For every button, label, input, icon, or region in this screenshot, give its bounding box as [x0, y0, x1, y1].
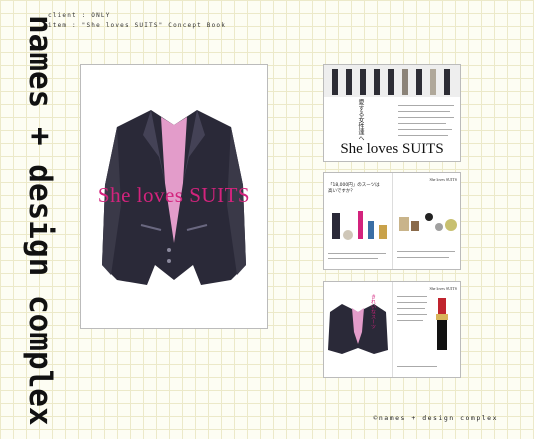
text-line: [398, 135, 448, 136]
spread-left-page: きれいなスーツ: [324, 282, 392, 377]
text-line: [328, 258, 378, 259]
text-line: [328, 253, 386, 254]
accessories-photo: [399, 213, 457, 231]
item-line: item : "She loves SUITS" Concept Book: [48, 22, 227, 29]
text-line: [397, 302, 427, 303]
models-photo-strip: [324, 65, 460, 97]
thumbnail-spread-2: 「18,000円」のスーツは高いですか？ She loves SUITS: [323, 172, 461, 270]
vertical-brand-title: names + design complex: [22, 15, 58, 426]
spread-right-page: She loves SUITS: [392, 282, 461, 377]
spread-left-page: 「18,000円」のスーツは高いですか？: [324, 173, 392, 269]
text-line: [397, 257, 449, 258]
vertical-copy-1: 愛する女性達へ: [357, 99, 364, 141]
text-line: [397, 314, 427, 315]
text-line: [398, 105, 454, 106]
products-photo: [332, 211, 387, 240]
main-poster: She loves SUITS: [80, 64, 268, 329]
text-line: [398, 111, 450, 112]
small-brand-text: She loves SUITS: [429, 177, 457, 182]
thumbnail-spread-1: 愛する女性達へ She loves SUITS: [323, 64, 461, 162]
text-line: [398, 129, 452, 130]
spread-right-page: She loves SUITS: [392, 173, 461, 269]
jacket-photo: [328, 304, 388, 354]
text-line: [397, 366, 437, 367]
small-brand-text: She loves SUITS: [429, 286, 457, 291]
lipstick-photo: [436, 298, 448, 350]
text-line: [398, 123, 446, 124]
text-line: [397, 320, 423, 321]
vertical-copy-3: きれいなスーツ: [370, 294, 376, 329]
thumbnail-spread-3: きれいなスーツ She loves SUITS: [323, 281, 461, 378]
text-line: [398, 117, 454, 118]
text-line: [397, 296, 427, 297]
copyright: ©names + design complex: [373, 414, 498, 422]
thumbnail-brand-text: She loves SUITS: [340, 141, 444, 157]
main-brand-text: She loves SUITS: [97, 183, 251, 207]
spread-title: 「18,000円」のスーツは高いですか？: [328, 183, 380, 194]
text-line: [397, 308, 425, 309]
client-line: client : ONLY: [48, 12, 111, 19]
text-line: [397, 251, 455, 252]
